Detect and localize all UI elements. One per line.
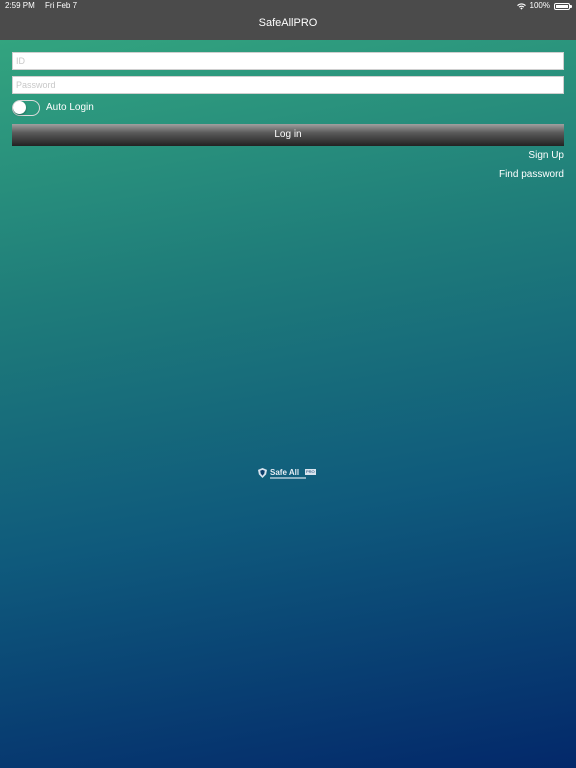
- top-bar: 2:59 PM Fri Feb 7 100% SafeAllPRO: [0, 0, 576, 40]
- logo-badge: PRO: [305, 469, 316, 475]
- battery-percent: 100%: [529, 1, 550, 10]
- logo-text: Safe All: [270, 468, 300, 477]
- app-logo: Safe All PRO: [258, 467, 318, 483]
- page-title: SafeAllPRO: [258, 17, 318, 29]
- logo-tagline-line: [270, 477, 306, 479]
- id-input[interactable]: [12, 52, 564, 70]
- toggle-knob: [13, 101, 26, 114]
- sign-up-link[interactable]: Sign Up: [528, 150, 564, 161]
- shield-icon: [258, 468, 267, 478]
- status-time: 2:59 PM: [5, 1, 35, 10]
- status-bar: 2:59 PM Fri Feb 7 100%: [0, 0, 576, 12]
- login-button[interactable]: Log in: [12, 124, 564, 146]
- status-right: 100%: [516, 0, 572, 12]
- status-left: 2:59 PM Fri Feb 7: [5, 0, 85, 12]
- wifi-icon: [516, 2, 526, 10]
- auto-login-toggle[interactable]: [12, 100, 40, 116]
- status-date: Fri Feb 7: [45, 1, 78, 10]
- auto-login-label: Auto Login: [46, 102, 94, 113]
- battery-icon: [554, 2, 572, 10]
- find-password-link[interactable]: Find password: [499, 169, 564, 180]
- password-input[interactable]: [12, 76, 564, 94]
